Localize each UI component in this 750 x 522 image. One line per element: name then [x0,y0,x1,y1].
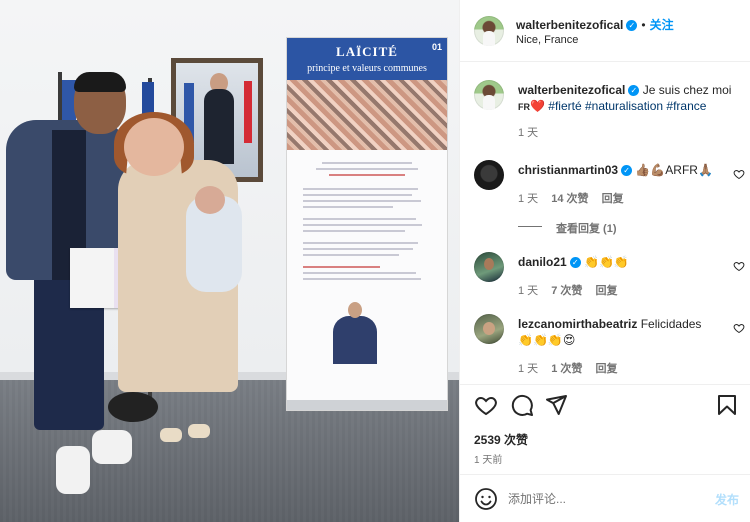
add-comment-bar: 发布 [460,474,750,522]
verified-icon: ✓ [621,165,633,177]
share-send-icon[interactable] [544,393,568,417]
comment-meta: 1 天 7 次赞 回复 [518,282,628,298]
replies-divider [518,226,542,227]
man-hair [74,72,126,92]
hashtag-fierte[interactable]: #fierté [548,99,581,113]
banner-title: LAÏCITÉ [336,44,398,59]
comment-like-heart-icon[interactable] [733,168,745,180]
comment-emoji: 👏👏👏😍 [518,333,576,347]
caption-username[interactable]: walterbenitezofical [518,83,625,97]
hashtag-naturalisation[interactable]: #naturalisation [585,99,663,113]
comment-text: lezcanomirthabeatriz Felicidades 👏👏👏😍 [518,316,718,348]
comment-meta: 1 天 1 次赞 回复 [518,360,628,376]
follow-button[interactable]: 关注 [650,18,674,32]
left-heel [160,428,182,442]
separator-dot: • [641,18,646,32]
flag-stand [108,392,158,422]
comment-likes[interactable]: 7 次赞 [551,285,582,297]
emoji-smiley-icon[interactable] [474,487,498,511]
verified-icon: ✓ [628,85,640,97]
comment-body: Felicidades [640,317,702,331]
caption-flag-text: FR [518,102,530,112]
comments-section[interactable]: walterbenitezofical ✓ Je suis chez moi FR… [460,62,750,384]
caption-text: walterbenitezofical ✓ Je suis chez moi FR… [518,82,744,115]
reply-button[interactable]: 回复 [596,285,618,297]
post-side-panel: walterbenitezofical ✓ • 关注 Nice, France wal… [459,0,750,522]
laicite-banner: LAÏCITÉ principe et valeurs communes 01 [287,38,447,410]
view-replies-button[interactable]: 查看回复 (1) [556,220,617,236]
comment-avatar[interactable] [474,314,504,344]
comment-meta: 1 天 14 次赞 回复 [518,190,634,206]
hashtag-france[interactable]: #france [666,99,706,113]
left-shoe [56,446,90,494]
baby-head [195,186,225,214]
bookmark-icon[interactable] [715,393,739,417]
comment-avatar[interactable] [474,160,504,190]
post-header: walterbenitezofical ✓ • 关注 Nice, France [460,0,750,62]
comment-time: 1 天 [518,285,539,297]
likes-count[interactable]: 2539 次赞 [474,431,528,448]
comment-like-heart-icon[interactable] [733,322,745,334]
banner-number: 01 [431,42,442,52]
reply-button[interactable]: 回复 [596,363,618,375]
comment-avatar[interactable] [474,252,504,282]
comment-body: 👍🏽💪🏽ARFR🙏🏽 [635,163,713,177]
post-actions: 2539 次赞 1 天前 [460,384,750,474]
post-date: 1 天前 [474,455,503,466]
banner-base [287,400,447,410]
banner-officer-photo [333,302,377,364]
comment-username[interactable]: lezcanomirthabeatriz [518,317,637,331]
like-heart-icon[interactable] [474,393,498,417]
caption-avatar[interactable] [474,80,504,110]
verified-icon: ✓ [569,257,581,269]
comment-username[interactable]: danilo21 [518,255,567,269]
comment-input[interactable] [508,487,698,511]
post-location[interactable]: Nice, France [516,34,578,46]
comment-likes[interactable]: 1 次赞 [551,363,582,375]
right-shoe [92,430,132,464]
comment-likes[interactable]: 14 次赞 [551,193,588,205]
woman-head [124,118,184,176]
comment-time: 1 天 [518,193,539,205]
post-comment-button[interactable]: 发布 [715,491,739,508]
banner-crowd-photo [287,80,447,150]
comment-username[interactable]: christianmartin03 [518,163,618,177]
caption-body: Je suis chez moi [642,83,732,97]
banner-text-block [287,150,447,292]
comment-text: christianmartin03 ✓ 👍🏽💪🏽ARFR🙏🏽 [518,162,713,178]
heart-emoji: ❤️ [530,99,545,113]
comment-text: danilo21 ✓ 👏👏👏 [518,254,629,270]
post-photo[interactable]: LAÏCITÉ principe et valeurs communes 01 [0,0,459,522]
reply-button[interactable]: 回复 [602,193,624,205]
author-username[interactable]: walterbenitezofical [516,18,623,32]
comment-time: 1 天 [518,363,539,375]
right-heel [188,424,210,438]
verified-icon: ✓ [626,20,638,32]
caption-time: 1 天 [518,127,539,139]
comment-body: 👏👏👏 [584,255,629,269]
banner-subtitle: principe et valeurs communes [307,63,427,74]
comment-bubble-icon[interactable] [510,393,534,417]
author-avatar[interactable] [474,16,504,46]
comment-like-heart-icon[interactable] [733,260,745,272]
